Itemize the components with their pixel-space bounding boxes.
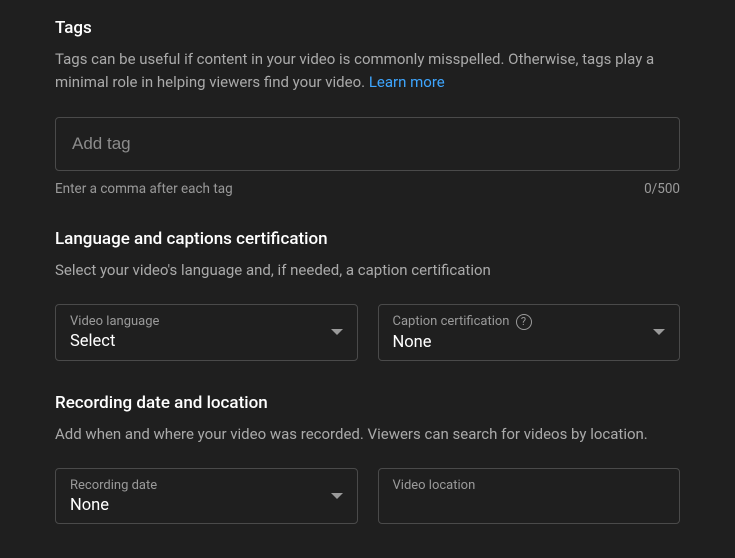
- caption-certification-label: Caption certification: [393, 314, 510, 329]
- recording-date-select[interactable]: Recording date None: [55, 468, 358, 524]
- recording-date-label: Recording date: [70, 478, 157, 493]
- recording-select-row: Recording date None Video location: [55, 468, 680, 524]
- tag-helper-row: Enter a comma after each tag 0/500: [55, 181, 680, 197]
- help-icon[interactable]: ?: [516, 314, 532, 330]
- language-description: Select your video's language and, if nee…: [55, 259, 680, 282]
- video-location-label: Video location: [393, 478, 476, 493]
- chevron-down-icon: [653, 329, 665, 335]
- tag-counter: 0/500: [644, 181, 680, 197]
- tag-helper-text: Enter a comma after each tag: [55, 181, 233, 197]
- tag-input[interactable]: [72, 134, 663, 154]
- tags-description: Tags can be useful if content in your vi…: [55, 48, 680, 95]
- video-location-input[interactable]: Video location: [378, 468, 681, 524]
- learn-more-link[interactable]: Learn more: [369, 73, 445, 91]
- language-section: Language and captions certification Sele…: [55, 229, 680, 361]
- recording-section: Recording date and location Add when and…: [55, 393, 680, 524]
- caption-certification-value: None: [393, 333, 666, 352]
- recording-title: Recording date and location: [55, 393, 680, 413]
- caption-certification-select[interactable]: Caption certification ? None: [378, 304, 681, 361]
- tags-title: Tags: [55, 18, 680, 38]
- video-language-label: Video language: [70, 314, 159, 329]
- language-title: Language and captions certification: [55, 229, 680, 249]
- tags-description-text: Tags can be useful if content in your vi…: [55, 50, 654, 91]
- tags-section: Tags Tags can be useful if content in yo…: [55, 18, 680, 197]
- recording-date-value: None: [70, 496, 343, 515]
- chevron-down-icon: [331, 329, 343, 335]
- chevron-down-icon: [331, 493, 343, 499]
- tag-input-container[interactable]: [55, 117, 680, 171]
- recording-description: Add when and where your video was record…: [55, 423, 680, 446]
- language-select-row: Video language Select Caption certificat…: [55, 304, 680, 361]
- video-language-value: Select: [70, 332, 343, 351]
- video-language-select[interactable]: Video language Select: [55, 304, 358, 361]
